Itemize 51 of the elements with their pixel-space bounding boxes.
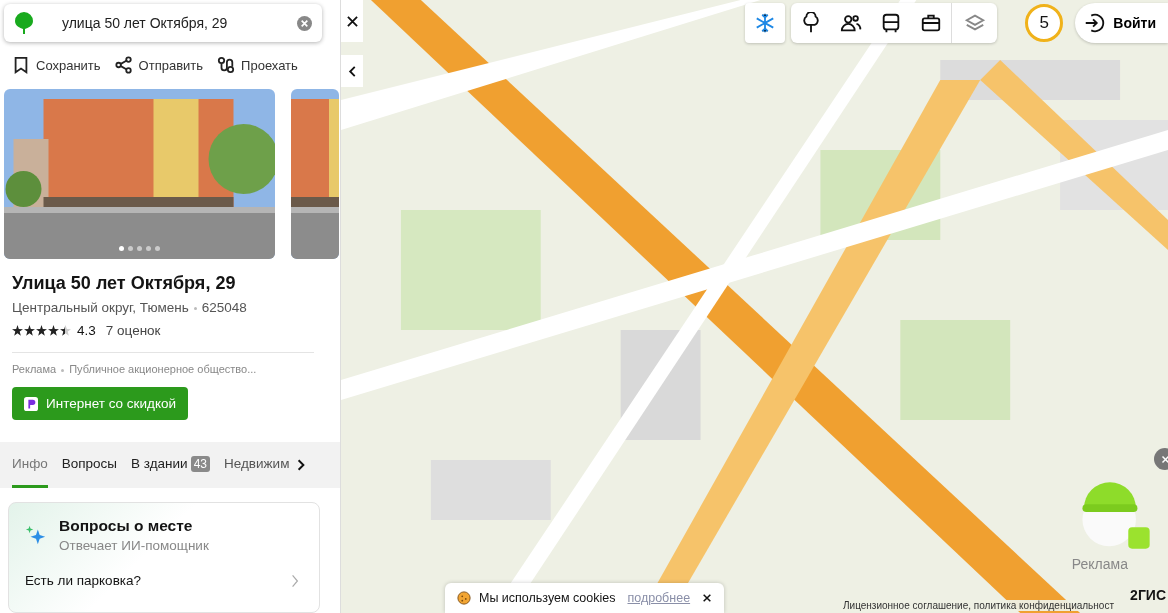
brand-logo: 2ГИС [1130, 587, 1166, 603]
tab[interactable]: Вопросы [61, 442, 118, 488]
tab[interactable]: Инфо [12, 442, 48, 488]
cookie-text: Мы используем cookies [479, 591, 616, 605]
winter-mode-button[interactable] [745, 3, 786, 43]
search-field[interactable]: улица 50 лет Октября, 29 [60, 14, 297, 32]
tree-logo-icon [14, 11, 34, 35]
rating-value: 4.3 [77, 323, 96, 338]
route-icon [217, 56, 236, 74]
close-icon [346, 15, 358, 27]
close-button[interactable] [341, 0, 363, 42]
bookmark-icon [12, 56, 30, 74]
route-button[interactable]: Проехать [217, 56, 298, 74]
district-text: Центральный округ, Тюмень [12, 300, 189, 315]
carousel-dot[interactable] [119, 246, 124, 251]
chevron-right-icon [291, 573, 299, 588]
place-title: Улица 50 лет Октября, 29 [12, 273, 237, 294]
tab[interactable]: В здании 43 [131, 442, 210, 488]
sparkle-icon [25, 524, 47, 546]
close-icon[interactable] [702, 593, 713, 603]
share-button[interactable]: Отправить [114, 56, 204, 74]
ad-label: Реклама [1071, 556, 1128, 572]
briefcase-icon [920, 12, 943, 34]
advertiser-text: Публичное акционерное общество... [69, 363, 257, 375]
separator-dot [61, 368, 65, 372]
cookie-icon [457, 591, 471, 605]
people-icon [840, 12, 863, 34]
provider-logo-icon [24, 396, 38, 411]
collapse-panel-button[interactable] [341, 55, 363, 87]
license-link[interactable]: Лицензионное соглашение, политика конфиденциальност [841, 600, 1116, 611]
close-icon [1160, 454, 1168, 464]
carousel-dot[interactable] [137, 246, 142, 251]
carousel-dot[interactable] [155, 246, 160, 251]
chevron-left-icon [348, 65, 356, 77]
login-button[interactable]: Войти [1075, 3, 1168, 43]
save-button[interactable]: Сохранить [12, 56, 101, 74]
card-subtitle: Отвечает ИИ-помощник [59, 538, 209, 553]
separator-dot [193, 306, 197, 310]
carousel-dot[interactable] [146, 246, 151, 251]
postcode-text: 625048 [201, 300, 247, 315]
login-icon [1083, 12, 1106, 34]
carousel-dot[interactable] [128, 246, 133, 251]
tab[interactable]: Недвижим [224, 442, 290, 488]
card-title: Вопросы о месте [59, 517, 194, 535]
ad-button[interactable]: Интернет со скидкой [12, 387, 188, 420]
reviews-link[interactable]: 7 оценок [105, 323, 161, 338]
question-item[interactable]: Есть ли парковка? [25, 573, 303, 588]
ad-label: Реклама [12, 363, 57, 375]
clear-icon[interactable] [297, 15, 312, 31]
share-icon [114, 56, 133, 74]
chevron-right-icon[interactable] [297, 459, 306, 471]
